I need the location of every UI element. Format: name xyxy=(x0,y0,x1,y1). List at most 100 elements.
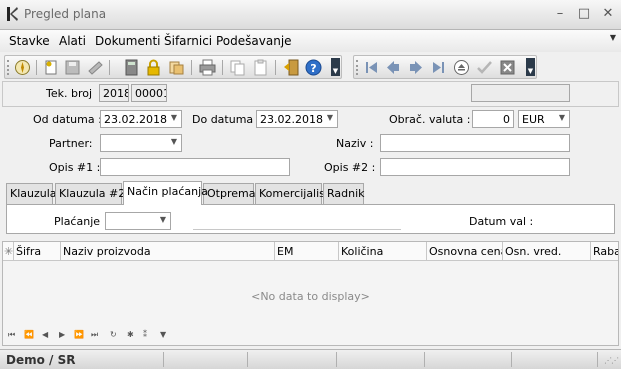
lock-icon[interactable] xyxy=(145,59,162,76)
toolbar-overflow-icon[interactable]: ▼ xyxy=(331,58,340,76)
resize-grip-icon[interactable]: ⋰⋰ xyxy=(604,356,619,365)
items-grid: ✳ Šifra Naziv proizvoda EM Količina Osno… xyxy=(2,241,619,346)
column-osnovna-cena[interactable]: Osnovna cena xyxy=(427,242,503,261)
append-icon[interactable]: ✱ xyxy=(127,330,134,339)
chevron-down-icon[interactable]: ▼ xyxy=(559,113,565,122)
save-disk-icon[interactable] xyxy=(64,59,81,76)
field-underline xyxy=(193,229,401,230)
do-datuma-value: 23.02.2018 xyxy=(260,113,323,126)
main-toolbar: ? ▼ xyxy=(4,55,342,79)
od-datuma-date-picker[interactable]: 23.02.2018 ▼ xyxy=(100,110,182,128)
new-document-icon[interactable] xyxy=(43,59,60,76)
partner-select[interactable]: ▼ xyxy=(100,134,182,152)
status-separator xyxy=(511,352,512,367)
close-button[interactable]: ✕ xyxy=(601,6,615,21)
valuta-currency-select[interactable]: EUR ▼ xyxy=(518,110,570,128)
cancel-icon[interactable] xyxy=(499,59,516,76)
menu-podesavanje[interactable]: Podešavanje xyxy=(216,34,292,48)
menu-sifarnici[interactable]: Šifarnici xyxy=(164,34,212,48)
menu-dokumenti[interactable]: Dokumenti xyxy=(95,34,160,48)
tab-klauzula[interactable]: Klauzula xyxy=(6,183,57,204)
toolbar-grip[interactable] xyxy=(7,60,9,75)
partner-label: Partner: xyxy=(49,137,93,150)
menu-overflow-icon[interactable]: ▼ xyxy=(610,33,616,42)
next-page-icon[interactable]: ⏩ xyxy=(74,330,84,339)
insert-icon[interactable]: ⁑ xyxy=(143,330,147,339)
tab-komercijalist[interactable]: Komercijalist xyxy=(255,183,329,204)
title-bar: Pregled plana – □ ✕ xyxy=(0,0,621,30)
datum-val-label: Datum val : xyxy=(469,215,534,228)
status-separator xyxy=(424,352,425,367)
refresh-icon[interactable]: ↻ xyxy=(110,330,117,339)
maximize-button[interactable]: □ xyxy=(577,6,591,21)
prev-page-icon[interactable]: ⏪ xyxy=(24,330,34,339)
column-osn-vred[interactable]: Osn. vred. xyxy=(503,242,591,261)
document-header-panel: Tek. broj 2018 00001 xyxy=(2,81,619,107)
opis1-field[interactable] xyxy=(100,158,290,176)
grid-navigator: ⏮ ⏪ ◀ ▶ ⏩ ⏭ ↻ ✱ ⁑ ▼ xyxy=(3,327,618,345)
do-datuma-date-picker[interactable]: 23.02.2018 ▼ xyxy=(256,110,338,128)
chevron-down-icon[interactable]: ▼ xyxy=(327,113,333,122)
empty-grid-message: <No data to display> xyxy=(251,290,370,303)
placanje-select[interactable]: ▼ xyxy=(105,212,171,230)
column-sifra[interactable]: Šifra xyxy=(14,242,61,261)
tek-broj-year-field[interactable]: 2018 xyxy=(99,84,129,102)
tab-radnik[interactable]: Radnik xyxy=(323,183,365,204)
chevron-down-icon[interactable]: ▼ xyxy=(171,137,177,146)
column-kolicina[interactable]: Količina xyxy=(339,242,427,261)
grid-header: ✳ Šifra Naziv proizvoda EM Količina Osno… xyxy=(3,242,618,261)
app-logo-icon xyxy=(7,7,18,21)
naziv-field[interactable] xyxy=(380,134,570,152)
exit-door-icon[interactable] xyxy=(283,59,300,76)
check-icon[interactable] xyxy=(476,59,493,76)
column-em[interactable]: EM xyxy=(275,242,339,261)
od-datuma-label: Od datuma : xyxy=(33,113,102,126)
help-icon[interactable]: ? xyxy=(305,59,322,76)
toolbar-separator xyxy=(109,60,110,75)
duplicate-icon[interactable] xyxy=(229,59,246,76)
compass-icon[interactable] xyxy=(14,59,31,76)
menu-alati[interactable]: Alati xyxy=(59,34,86,48)
previous-record-icon[interactable] xyxy=(385,59,402,76)
toolbar-overflow-icon[interactable]: ▼ xyxy=(526,58,535,76)
tek-broj-number-field[interactable]: 00001 xyxy=(131,84,167,102)
column-naziv-proizvoda[interactable]: Naziv proizvoda xyxy=(61,242,275,261)
next-row-icon[interactable]: ▶ xyxy=(59,330,65,339)
valuta-amount-field[interactable]: 0 xyxy=(472,110,514,128)
first-record-icon[interactable] xyxy=(363,59,380,76)
paste-icon[interactable] xyxy=(252,59,269,76)
toolbar-separator xyxy=(275,60,276,75)
chevron-down-icon[interactable]: ▼ xyxy=(171,113,177,122)
print-icon[interactable] xyxy=(199,59,216,76)
menu-bar: Stavke Alati Dokumenti Šifarnici Podešav… xyxy=(0,30,621,52)
toolbar-separator xyxy=(36,60,37,75)
last-page-icon[interactable]: ⏭ xyxy=(91,330,98,340)
prev-row-icon[interactable]: ◀ xyxy=(42,330,48,339)
eject-icon[interactable] xyxy=(453,59,470,76)
new-row-marker-icon[interactable]: ✳ xyxy=(3,242,14,261)
tek-broj-label: Tek. broj xyxy=(46,87,93,100)
opis2-field[interactable] xyxy=(380,158,570,176)
chevron-down-icon[interactable]: ▼ xyxy=(160,215,166,224)
copy-icon[interactable] xyxy=(168,59,185,76)
valuta-currency-value: EUR xyxy=(522,113,545,126)
next-record-icon[interactable] xyxy=(407,59,424,76)
first-page-icon[interactable]: ⏮ xyxy=(8,330,15,340)
last-record-icon[interactable] xyxy=(430,59,447,76)
approve-icon[interactable] xyxy=(87,59,104,76)
tab-nacin-placanja[interactable]: Način plaćanja xyxy=(123,181,208,205)
payment-tab-page: Plaćanje ▼ Datum val : xyxy=(6,204,615,234)
opis1-label: Opis #1 : xyxy=(49,161,101,174)
od-datuma-value: 23.02.2018 xyxy=(104,113,167,126)
calculator-icon[interactable] xyxy=(123,59,140,76)
filter-icon[interactable]: ▼ xyxy=(160,330,166,339)
tab-otprema[interactable]: Otprema xyxy=(203,183,255,204)
minimize-button[interactable]: – xyxy=(553,6,567,21)
toolbar-grip[interactable] xyxy=(356,60,358,75)
tab-klauzula-2[interactable]: Klauzula #2 xyxy=(55,183,125,204)
menu-stavke[interactable]: Stavke xyxy=(9,34,50,48)
toolbar-separator xyxy=(222,60,223,75)
window-title: Pregled plana xyxy=(24,7,107,21)
status-separator xyxy=(336,352,337,367)
column-rabat[interactable]: Rabat xyxy=(591,242,618,261)
